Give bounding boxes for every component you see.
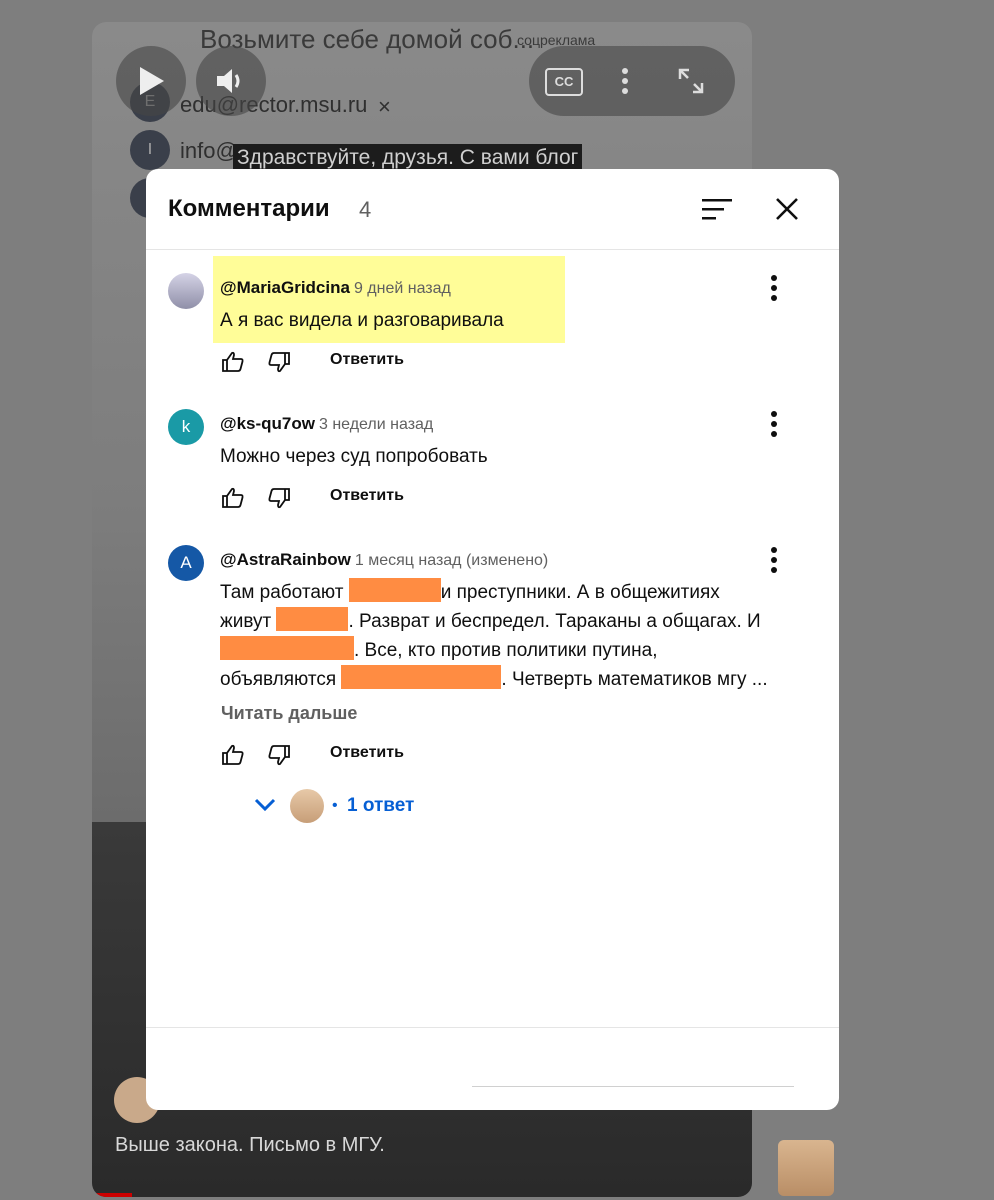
text-part: и преступники. А в общежитиях xyxy=(440,582,720,603)
text-part: объявляются xyxy=(220,669,342,690)
sort-icon xyxy=(702,199,732,220)
comment-text: А я вас видела и разговаривала xyxy=(220,310,504,331)
author-name[interactable]: @MariaGridcina xyxy=(220,278,350,297)
reply-button[interactable]: Ответить xyxy=(330,351,404,369)
comment-input-area xyxy=(146,1027,839,1110)
thumbs-down-icon xyxy=(268,488,290,509)
text-part: живут xyxy=(220,611,277,632)
comments-count: 4 xyxy=(359,197,372,222)
play-button[interactable] xyxy=(116,46,186,116)
sort-button[interactable] xyxy=(697,189,737,229)
thumbs-up-icon xyxy=(222,351,244,372)
thumbs-down-icon xyxy=(268,745,290,766)
video-caption: Выше закона. Письмо в МГУ. xyxy=(115,1134,385,1156)
text-part: Там работают xyxy=(220,582,349,603)
text-part: . Разврат и беспредел. Тараканы а общага… xyxy=(348,611,761,632)
comment-menu-button[interactable] xyxy=(762,545,786,575)
close-button[interactable] xyxy=(767,189,807,229)
more-vert-icon xyxy=(771,411,777,437)
redaction-block xyxy=(276,607,349,631)
text-part: . Все, кто против политики путина, xyxy=(354,640,658,661)
email-text-2: info@ xyxy=(180,138,238,163)
avatar[interactable] xyxy=(168,273,204,309)
more-vert-icon[interactable] xyxy=(622,67,628,95)
replies-dot: • xyxy=(332,797,338,814)
reply-button[interactable]: Ответить xyxy=(330,487,404,505)
play-icon xyxy=(140,67,164,95)
replies-toggle[interactable]: • 1 ответ xyxy=(254,789,474,829)
replies-count[interactable]: 1 ответ xyxy=(347,795,414,817)
comment-text: Там работают и преступники. А в общежити… xyxy=(220,578,800,694)
comment-input-line[interactable] xyxy=(472,1086,794,1087)
fullscreen-icon[interactable] xyxy=(677,67,705,95)
author-name[interactable]: @ks-qu7ow xyxy=(220,414,315,433)
comment-author[interactable]: @ks-qu7ow 3 недели назад xyxy=(220,414,433,434)
like-button[interactable] xyxy=(220,349,246,375)
comment-menu-button[interactable] xyxy=(762,273,786,303)
comments-panel: Комментарии 4 @MariaGridcina 9 дней назад… xyxy=(146,169,839,1110)
close-icon xyxy=(776,198,798,220)
reply-avatar xyxy=(290,789,324,823)
dislike-button[interactable] xyxy=(266,742,292,768)
captions-button[interactable]: CC xyxy=(545,68,583,96)
more-vert-icon xyxy=(771,275,777,301)
comment-author[interactable]: @MariaGridcina 9 дней назад xyxy=(220,278,451,298)
volume-icon xyxy=(217,69,240,93)
comment-time[interactable]: 3 недели назад xyxy=(319,416,433,433)
reply-button[interactable]: Ответить xyxy=(330,744,404,762)
comment-text: Можно через суд попробовать xyxy=(220,446,488,467)
thumbs-up-icon xyxy=(222,744,244,765)
comments-title: Комментарии xyxy=(168,195,330,222)
volume-button[interactable] xyxy=(196,46,266,116)
like-button[interactable] xyxy=(220,742,246,768)
redaction-block xyxy=(220,636,354,660)
dislike-button[interactable] xyxy=(266,485,292,511)
like-button[interactable] xyxy=(220,485,246,511)
player-controls-pill: CC xyxy=(529,46,735,116)
chevron-down-icon xyxy=(254,798,276,812)
close-x-bg: × xyxy=(378,94,391,119)
video-progress-bar[interactable] xyxy=(92,1193,132,1197)
video-title-text: Возьмите себе домой соб... xyxy=(200,24,535,54)
redaction-block xyxy=(348,578,441,602)
comments-header: Комментарии 4 xyxy=(146,169,839,250)
more-vert-icon xyxy=(771,547,777,573)
avatar[interactable]: A xyxy=(168,545,204,581)
video-subtitle: Здравствуйте, друзья. С вами блог xyxy=(233,144,583,172)
thumbs-down-icon xyxy=(268,352,290,373)
read-more-button[interactable]: Читать дальше xyxy=(221,703,357,724)
text-part: . Четверть математиков мгу ... xyxy=(501,669,768,690)
comment-time[interactable]: 1 месяц назад (изменено) xyxy=(355,552,548,569)
thumbs-up-icon xyxy=(222,487,244,508)
avatar[interactable]: k xyxy=(168,409,204,445)
redaction-block xyxy=(341,665,502,689)
comment-menu-button[interactable] xyxy=(762,409,786,439)
comment-time[interactable]: 9 дней назад xyxy=(354,280,451,297)
side-thumbnail[interactable] xyxy=(778,1140,834,1196)
email-avatar-2: I xyxy=(130,130,170,170)
author-name[interactable]: @AstraRainbow xyxy=(220,550,351,569)
dislike-button[interactable] xyxy=(266,349,292,375)
comment-author[interactable]: @AstraRainbow 1 месяц назад (изменено) xyxy=(220,550,548,570)
